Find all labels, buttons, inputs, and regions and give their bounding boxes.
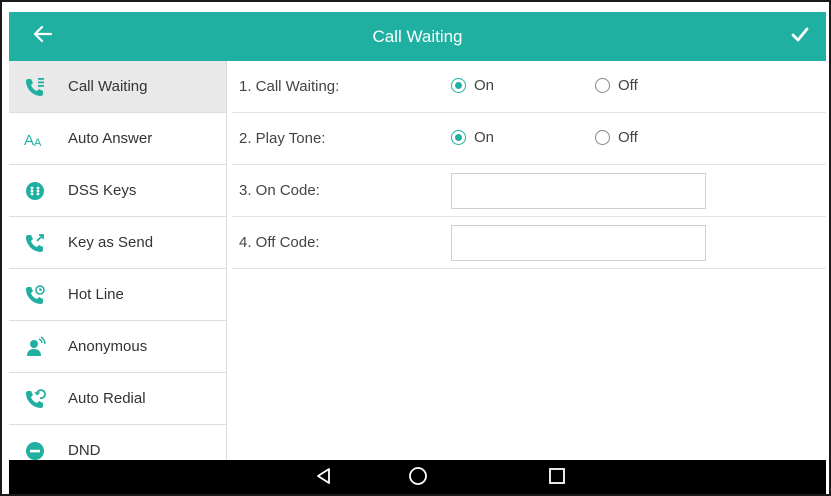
nav-home-circle-icon — [408, 466, 428, 491]
play-tone-label: 2. Play Tone: — [239, 130, 326, 147]
checkmark-icon — [791, 27, 809, 47]
sidebar-item-auto-redial[interactable]: Auto Redial — [9, 373, 226, 425]
off-code-label: 4. Off Code: — [239, 234, 320, 251]
on-code-input[interactable] — [451, 173, 706, 209]
sidebar-item-label: DSS Keys — [68, 182, 137, 199]
confirm-button[interactable] — [778, 12, 822, 61]
sidebar-item-call-waiting[interactable]: Call Waiting — [9, 61, 226, 113]
navigation-bar — [9, 460, 826, 494]
radio-checked-icon — [451, 130, 466, 145]
call-waiting-off-radio[interactable]: Off — [595, 77, 638, 94]
call-waiting-row: 1. Call Waiting: On Off — [232, 61, 826, 113]
sidebar-item-label: Anonymous — [68, 338, 148, 355]
sidebar-item-dnd[interactable]: DND — [9, 425, 226, 460]
key-as-send-icon — [24, 232, 46, 254]
dss-keys-icon — [24, 180, 46, 202]
nav-recents-button[interactable] — [532, 460, 582, 494]
sidebar-item-label: Hot Line — [68, 286, 124, 303]
svg-text:A: A — [34, 137, 42, 149]
radio-checked-icon — [451, 78, 466, 93]
call-waiting-on-radio[interactable]: On — [451, 77, 494, 94]
hot-line-icon — [24, 284, 46, 306]
sidebar: Call Waiting A A Auto Answer DSS Keys Ke… — [9, 61, 227, 460]
anonymous-icon — [24, 335, 46, 358]
auto-redial-icon — [24, 388, 46, 410]
back-arrow-icon — [33, 25, 53, 48]
call-waiting-icon — [24, 76, 46, 98]
sidebar-item-label: Auto Redial — [68, 390, 146, 407]
sidebar-item-label: Key as Send — [68, 234, 154, 251]
off-code-row: 4. Off Code: — [232, 217, 826, 269]
sidebar-item-label: Auto Answer — [68, 130, 153, 147]
settings-panel: 1. Call Waiting: On Off 2. Play Tone: On… — [227, 61, 826, 460]
sidebar-item-label: Call Waiting — [68, 78, 148, 95]
on-code-row: 3. On Code: — [232, 165, 826, 217]
sidebar-item-auto-answer[interactable]: A A Auto Answer — [9, 113, 226, 165]
sidebar-item-key-as-send[interactable]: Key as Send — [9, 217, 226, 269]
sidebar-item-label: DND — [68, 442, 101, 459]
phone-screen: Call Waiting Call Waiting A A Auto Answe… — [0, 0, 831, 496]
nav-recents-square-icon — [548, 467, 566, 490]
play-tone-row: 2. Play Tone: On Off — [232, 113, 826, 165]
title-bar: Call Waiting — [9, 12, 826, 61]
radio-unchecked-icon — [595, 78, 610, 93]
page-title: Call Waiting — [372, 27, 463, 46]
back-button[interactable] — [21, 12, 65, 61]
call-waiting-label: 1. Call Waiting: — [239, 78, 340, 95]
play-tone-off-radio[interactable]: Off — [595, 129, 638, 146]
auto-answer-icon: A A — [24, 128, 46, 150]
dnd-icon — [24, 440, 46, 461]
nav-back-triangle-icon — [315, 467, 333, 490]
nav-home-button[interactable] — [393, 460, 443, 494]
sidebar-item-dss-keys[interactable]: DSS Keys — [9, 165, 226, 217]
radio-unchecked-icon — [595, 130, 610, 145]
play-tone-on-radio[interactable]: On — [451, 129, 494, 146]
svg-text:A: A — [24, 132, 34, 149]
sidebar-item-anonymous[interactable]: Anonymous — [9, 321, 226, 373]
nav-back-button[interactable] — [299, 460, 349, 494]
on-code-label: 3. On Code: — [239, 182, 320, 199]
sidebar-item-hot-line[interactable]: Hot Line — [9, 269, 226, 321]
off-code-input[interactable] — [451, 225, 706, 261]
